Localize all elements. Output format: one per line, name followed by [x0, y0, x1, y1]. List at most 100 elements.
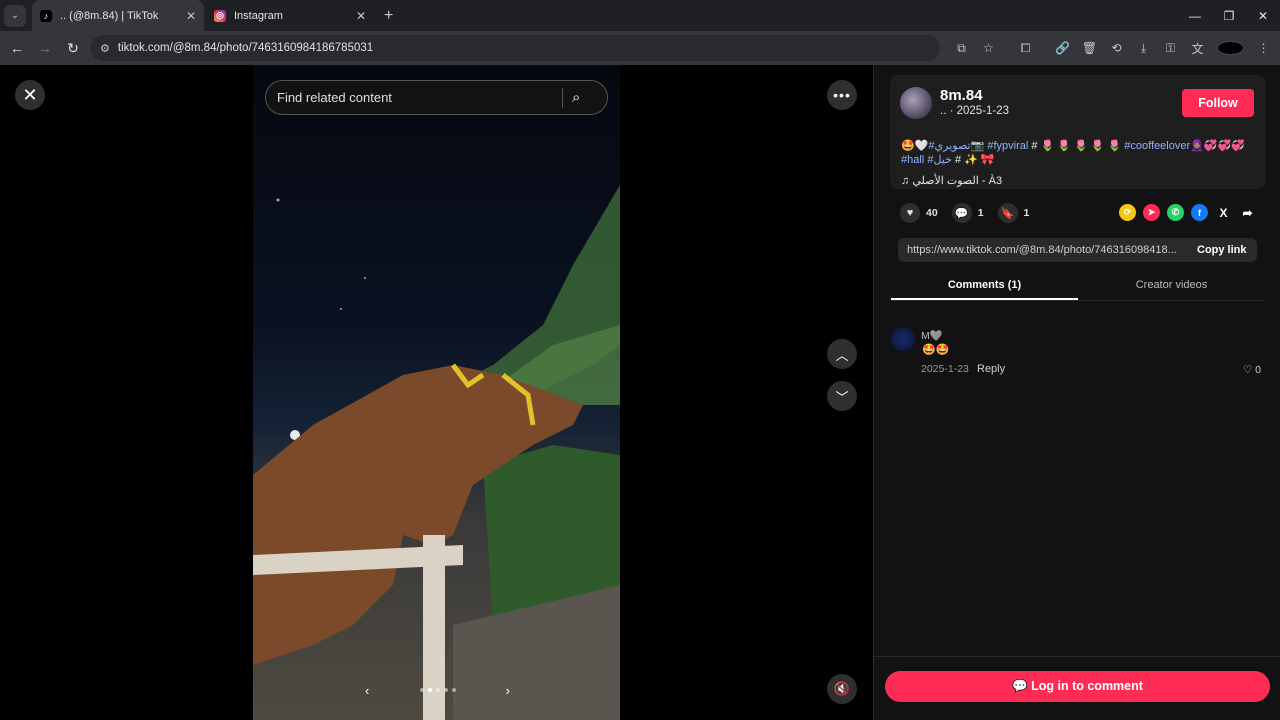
- music-note-icon: ♫: [901, 175, 910, 187]
- share-arrow-icon[interactable]: ➦: [1239, 204, 1256, 221]
- post-info-card: 8m.84 .. · 2025-1-23 Follow 🤩🤍#تصويري📷 #…: [890, 75, 1266, 189]
- close-viewer-button[interactable]: ✕: [15, 80, 45, 110]
- facebook-icon[interactable]: f: [1191, 204, 1208, 221]
- login-to-comment-button[interactable]: 💬 Log in to comment: [885, 671, 1270, 702]
- next-post-button[interactable]: ﹀: [827, 381, 857, 411]
- repost-icon[interactable]: ⟳: [1119, 204, 1136, 221]
- restore-icon[interactable]: ❐: [1212, 0, 1246, 31]
- more-options-button[interactable]: •••: [827, 80, 857, 110]
- history-icon[interactable]: ⟲: [1103, 41, 1130, 55]
- horse-photo-image: [253, 185, 620, 720]
- hashtag-link[interactable]: viral: [1008, 140, 1028, 152]
- previous-post-button[interactable]: ︿: [827, 339, 857, 369]
- search-bar[interactable]: ⌕: [265, 80, 608, 115]
- like-count: 40: [926, 207, 938, 219]
- carousel-dot[interactable]: [443, 688, 448, 692]
- search-input[interactable]: [277, 90, 562, 105]
- url-text: tiktok.com/@8m.84/photo/7463160984186785…: [117, 42, 374, 54]
- login-label: Log in to comment: [1031, 679, 1143, 693]
- hashtag-link[interactable]: #cooffeelover: [1124, 140, 1190, 152]
- reply-button[interactable]: Reply: [977, 363, 1005, 375]
- address-bar[interactable]: ⚙ tiktok.com/@8m.84/photo/74631609841867…: [90, 35, 940, 61]
- back-icon[interactable]: ←: [4, 35, 30, 61]
- share-link-box: https://www.tiktok.com/@8m.84/photo/7463…: [898, 238, 1257, 262]
- close-tab-icon[interactable]: ✕: [186, 9, 196, 23]
- carousel-dot[interactable]: [419, 688, 424, 692]
- follow-button[interactable]: Follow: [1182, 89, 1254, 117]
- tab-search-icon[interactable]: ⌄: [4, 4, 26, 27]
- link-icon[interactable]: 🔗: [1049, 41, 1076, 55]
- share-link-url[interactable]: https://www.tiktok.com/@8m.84/photo/7463…: [907, 244, 1185, 256]
- hashtag-link[interactable]: #تصويري: [928, 140, 970, 152]
- sidebar-tabs: Comments (1) Creator videos: [891, 273, 1265, 301]
- hashtag-link[interactable]: #خيل: [927, 154, 952, 166]
- carousel-prev-icon[interactable]: ‹: [365, 683, 369, 698]
- music-title: الصوت الأصلي - À3: [912, 175, 1003, 187]
- save-count: 1: [1023, 207, 1030, 219]
- avatar[interactable]: [900, 87, 932, 119]
- trash-icon[interactable]: 🗑: [1076, 41, 1103, 55]
- comment-bubble-icon: 💬: [1012, 679, 1028, 693]
- install-app-icon[interactable]: ⧉: [948, 41, 975, 56]
- comment-count: 1: [977, 207, 984, 219]
- tab-instagram[interactable]: ◎ Instagram ✕: [204, 0, 376, 31]
- commenter-name[interactable]: M🩶: [921, 329, 943, 342]
- new-tab-button[interactable]: +: [384, 7, 393, 25]
- search-divider: [562, 87, 563, 108]
- carousel-next-icon[interactable]: ›: [506, 683, 510, 698]
- save-action[interactable]: 🔖 1: [997, 203, 1030, 223]
- window-close-icon[interactable]: ✕: [1246, 0, 1280, 31]
- extensions-icon[interactable]: ⧠: [1012, 41, 1039, 56]
- comment-like[interactable]: ♡ 0: [1243, 364, 1261, 376]
- caption-emoji: 📷: [970, 140, 985, 152]
- post-actions: ♥ 40 💬 1 🔖 1: [900, 203, 1043, 223]
- close-tab-icon[interactable]: ✕: [356, 9, 366, 23]
- music-track[interactable]: ♫ الصوت الأصلي - À3: [901, 174, 1002, 187]
- like-action[interactable]: ♥ 40: [900, 203, 938, 223]
- password-key-icon[interactable]: ⚿: [1157, 41, 1184, 56]
- translate-icon[interactable]: 文: [1184, 40, 1211, 57]
- site-settings-icon[interactable]: ⚙: [100, 42, 110, 55]
- tab-creator-videos[interactable]: Creator videos: [1078, 273, 1265, 300]
- caption-emoji: 🧕🏽💞💞💞: [1190, 140, 1245, 152]
- bookmark-star-icon[interactable]: ☆: [975, 41, 1002, 55]
- tiktok-icon: ♪: [40, 9, 52, 22]
- profile-avatar[interactable]: [1217, 41, 1244, 55]
- post-photo[interactable]: [253, 65, 620, 720]
- username[interactable]: 8m.84: [940, 87, 983, 104]
- menu-kebab-icon[interactable]: ⋮: [1250, 41, 1277, 55]
- x-icon[interactable]: X: [1215, 204, 1232, 221]
- browser-toolbar: ← → ↻ ⚙ tiktok.com/@8m.84/photo/74631609…: [0, 31, 1280, 65]
- copy-link-button[interactable]: Copy link: [1197, 244, 1247, 256]
- tab-comments[interactable]: Comments (1): [891, 273, 1078, 300]
- post-caption: 🤩🤍#تصويري📷 #fypviral # 🌷 🌷 🌷 🌷 🌷 #cooffe…: [901, 139, 1261, 167]
- search-icon[interactable]: ⌕: [572, 89, 580, 106]
- send-icon[interactable]: ➤: [1143, 204, 1160, 221]
- mute-button[interactable]: 🔇: [827, 674, 857, 704]
- whatsapp-icon[interactable]: ✆: [1167, 204, 1184, 221]
- hashtag-link[interactable]: #fyp: [987, 140, 1008, 152]
- tab-tiktok[interactable]: ♪ .. (@8m.84) | TikTok ✕: [32, 0, 204, 31]
- window-controls: — ❐ ✕: [1178, 0, 1280, 31]
- comment-icon: 💬: [951, 203, 972, 223]
- photo-carousel-controls: ‹ ›: [365, 680, 510, 700]
- browser-tab-bar: ⌄ ♪ .. (@8m.84) | TikTok ✕ ◎ Instagram ✕…: [0, 0, 1280, 31]
- carousel-dot[interactable]: [435, 688, 440, 692]
- forward-icon[interactable]: →: [32, 35, 58, 61]
- toolbar-icons: ⧉ ☆ ⧠ 🔗 🗑 ⟲ ⤓ ⚿ 文 ⋮: [948, 31, 1277, 65]
- caption-emoji: 🤩🤍: [901, 140, 929, 152]
- caption-emoji: # ✨ 🎀: [951, 154, 995, 166]
- hashtag-link[interactable]: #hall: [901, 154, 924, 166]
- carousel-dot[interactable]: [427, 688, 432, 692]
- commenter-avatar[interactable]: [891, 327, 915, 351]
- minimize-icon[interactable]: —: [1178, 0, 1212, 31]
- heart-outline-icon: ♡: [1242, 364, 1253, 376]
- reload-icon[interactable]: ↻: [60, 35, 86, 61]
- divider: [874, 656, 1280, 657]
- share-buttons: ⟳ ➤ ✆ f X ➦: [1119, 204, 1263, 221]
- download-icon[interactable]: ⤓: [1130, 41, 1157, 56]
- heart-icon: ♥: [900, 203, 920, 223]
- comment-text: 🤩🤩: [922, 344, 950, 356]
- carousel-dot[interactable]: [451, 688, 456, 692]
- comment-action[interactable]: 💬 1: [951, 203, 984, 223]
